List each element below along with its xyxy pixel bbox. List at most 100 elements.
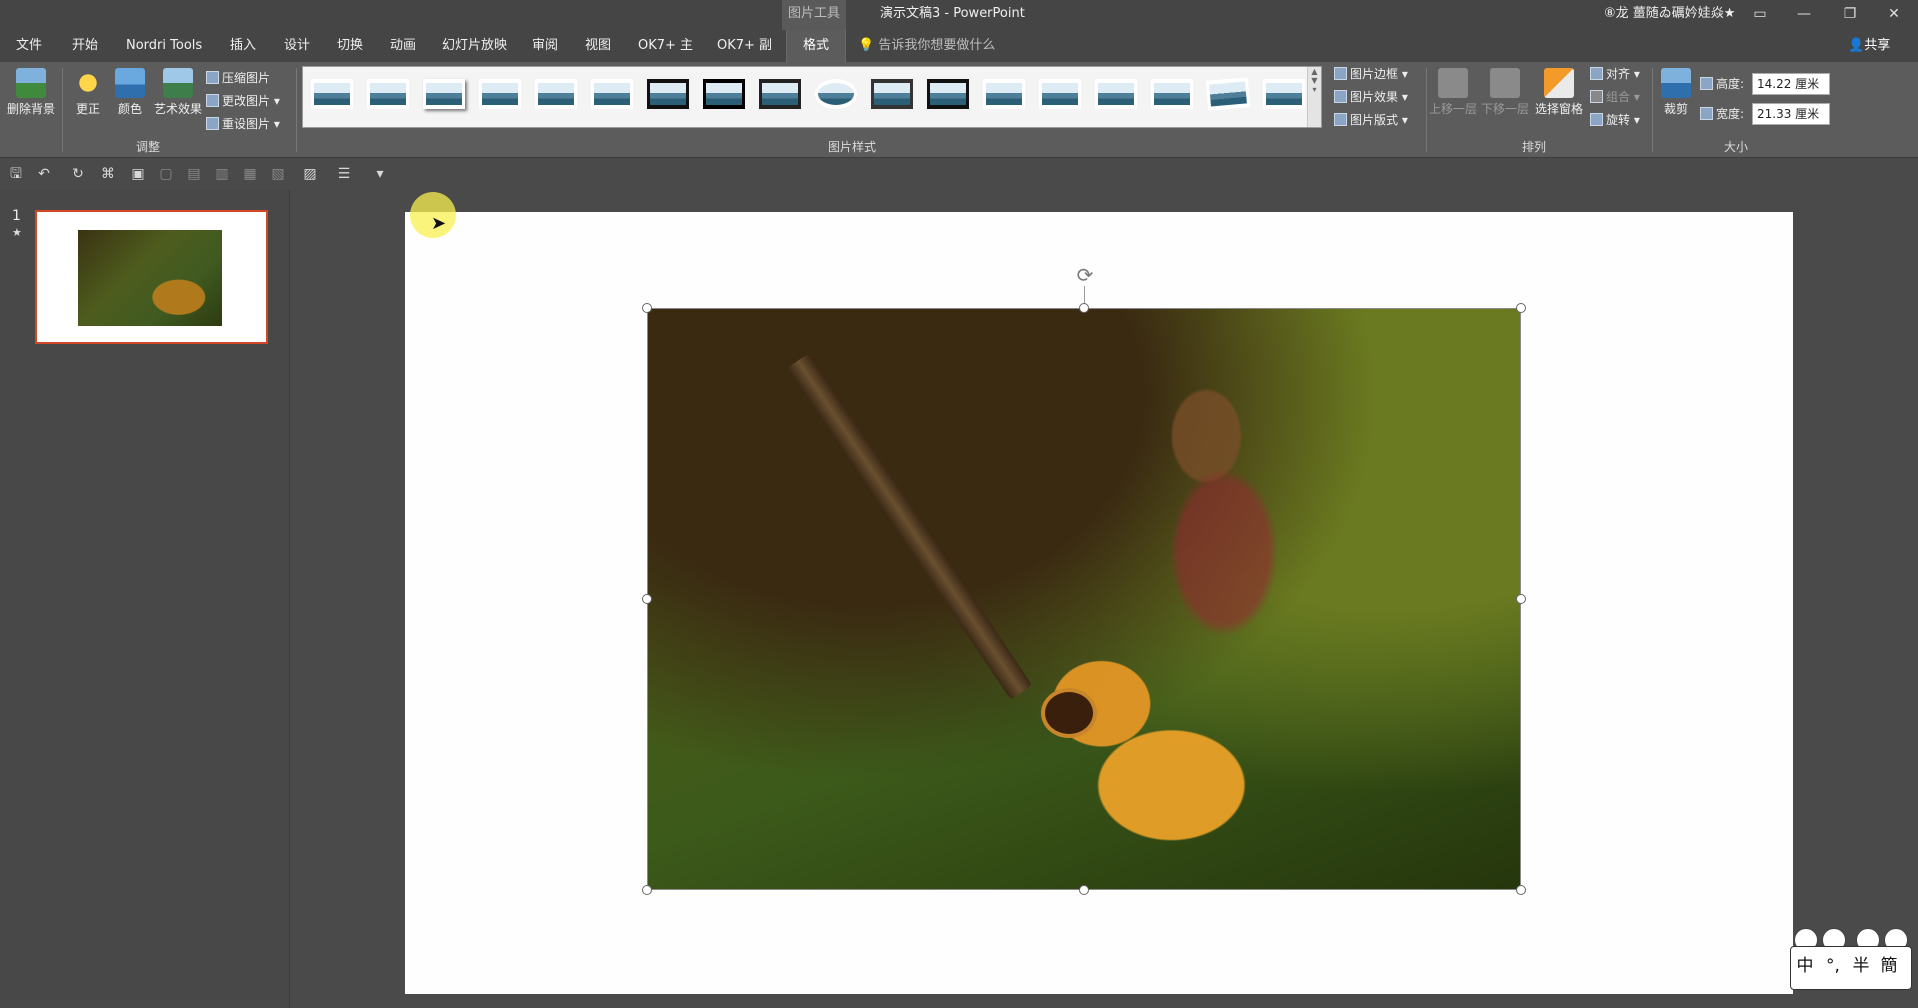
- slide-thumbnail[interactable]: [35, 210, 268, 344]
- picture-style-2[interactable]: [367, 79, 409, 109]
- tab-file[interactable]: 文件: [16, 30, 42, 62]
- resize-handle-left[interactable]: [642, 594, 652, 604]
- tab-nordri-tools[interactable]: Nordri Tools: [126, 30, 202, 62]
- align-qat-icon[interactable]: ☰: [336, 166, 352, 182]
- picture-style-18[interactable]: [1263, 79, 1305, 109]
- picture-style-16[interactable]: [1151, 79, 1193, 109]
- artistic-effects-button[interactable]: 艺术效果: [150, 68, 206, 117]
- group-qat-icon[interactable]: ▦: [242, 166, 258, 182]
- share-button[interactable]: 👤共享: [1848, 30, 1890, 62]
- ime-punctuation[interactable]: °,: [1819, 947, 1847, 985]
- tab-transitions[interactable]: 切换: [337, 30, 363, 62]
- picture-style-1[interactable]: [311, 79, 353, 109]
- undo-icon[interactable]: ↶: [36, 166, 52, 182]
- resize-handle-right[interactable]: [1516, 594, 1526, 604]
- ribbon-display-options-icon[interactable]: ▭: [1738, 0, 1782, 30]
- resize-handle-bottom-right[interactable]: [1516, 885, 1526, 895]
- picture-style-5[interactable]: [535, 79, 577, 109]
- tab-ok7-secondary[interactable]: OK7+ 副: [717, 30, 772, 62]
- compress-label: 压缩图片: [222, 71, 271, 85]
- bring-forward-button[interactable]: 上移一层: [1428, 68, 1478, 117]
- resize-handle-bottom-left[interactable]: [642, 885, 652, 895]
- picture-style-14[interactable]: [1039, 79, 1081, 109]
- width-input[interactable]: 21.33 厘米: [1752, 103, 1830, 125]
- user-account[interactable]: ⑧龙 薑随ゐ礪妗娃焱★: [1604, 0, 1735, 28]
- resize-handle-top[interactable]: [1079, 303, 1089, 313]
- height-input[interactable]: 14.22 厘米: [1752, 73, 1830, 95]
- rotate-handle-icon[interactable]: ⟳: [1074, 264, 1096, 286]
- picture-border-button[interactable]: 图片边框 ▾: [1334, 64, 1408, 84]
- picture-style-17[interactable]: [1205, 77, 1251, 111]
- tell-me-search[interactable]: 💡 告诉我你想要做什么: [858, 30, 995, 62]
- compress-pictures-button[interactable]: 压缩图片: [206, 68, 270, 88]
- picture-tools-context-label: 图片工具: [782, 0, 846, 30]
- send-back-qat-icon[interactable]: ▥: [214, 166, 230, 182]
- restore-button[interactable]: ❐: [1828, 0, 1872, 30]
- picture-style-4[interactable]: [479, 79, 521, 109]
- picture-style-13[interactable]: [983, 79, 1025, 109]
- divider: [296, 68, 297, 152]
- picture-style-10[interactable]: [815, 79, 857, 109]
- tab-design[interactable]: 设计: [284, 30, 310, 62]
- color-icon: [115, 68, 145, 98]
- tab-slideshow[interactable]: 幻灯片放映: [442, 30, 507, 62]
- remove-background-button[interactable]: 删除背景: [4, 68, 58, 117]
- picture-style-7[interactable]: [647, 79, 689, 109]
- tab-insert[interactable]: 插入: [230, 30, 256, 62]
- redo-icon[interactable]: ↻: [70, 166, 86, 182]
- align-button[interactable]: 对齐 ▾: [1590, 64, 1640, 84]
- resize-handle-bottom[interactable]: [1079, 885, 1089, 895]
- reset-picture-button[interactable]: 重设图片 ▾: [206, 114, 280, 134]
- send-backward-label: 下移一层: [1480, 102, 1529, 116]
- selection-pane-button[interactable]: 选择窗格: [1532, 68, 1586, 117]
- tab-review[interactable]: 审阅: [532, 30, 558, 62]
- vertical-scrollbar[interactable]: [1906, 190, 1918, 1008]
- corrections-button[interactable]: 更正: [70, 68, 106, 117]
- color-button[interactable]: 颜色: [112, 68, 148, 117]
- picture-effects-button[interactable]: 图片效果 ▾: [1334, 87, 1408, 107]
- picture-style-11[interactable]: [871, 79, 913, 109]
- picture-style-8[interactable]: [703, 79, 745, 109]
- align-label: 对齐: [1606, 67, 1631, 81]
- rotate-label: 旋转: [1606, 113, 1631, 127]
- gallery-scroll[interactable]: ▲ ▼ ▾: [1307, 67, 1321, 127]
- picture-style-3[interactable]: [423, 79, 465, 109]
- tab-ok7-main[interactable]: OK7+ 主: [638, 30, 693, 62]
- crop-qat-icon[interactable]: ▢: [158, 166, 174, 182]
- ime-toolbar[interactable]: 中 °, 半簡: [1790, 946, 1912, 990]
- picture-style-9[interactable]: [759, 79, 801, 109]
- tab-home[interactable]: 开始: [72, 30, 98, 62]
- picture-qat-icon[interactable]: ▨: [302, 166, 318, 182]
- width-value: 21.33 厘米: [1757, 107, 1820, 121]
- resize-handle-top-left[interactable]: [642, 303, 652, 313]
- resize-handle-top-right[interactable]: [1516, 303, 1526, 313]
- picture-style-12[interactable]: [927, 79, 969, 109]
- slide-animation-star: ★: [12, 226, 22, 239]
- customize-qat-icon[interactable]: ▾: [372, 166, 388, 182]
- picture-style-15[interactable]: [1095, 79, 1137, 109]
- height-value: 14.22 厘米: [1757, 77, 1820, 91]
- ungroup-qat-icon[interactable]: ▧: [270, 166, 286, 182]
- close-button[interactable]: ✕: [1872, 0, 1916, 30]
- tab-view[interactable]: 视图: [585, 30, 611, 62]
- tab-format[interactable]: 格式: [786, 30, 846, 62]
- size-group-label: 大小: [1724, 140, 1749, 154]
- bring-front-qat-icon[interactable]: ▤: [186, 166, 202, 182]
- send-backward-button[interactable]: 下移一层: [1480, 68, 1530, 117]
- tab-animations[interactable]: 动画: [390, 30, 416, 62]
- group-label: 组合: [1606, 90, 1631, 104]
- format-painter-icon[interactable]: ⌘: [100, 166, 116, 182]
- ime-half-width[interactable]: 半: [1847, 947, 1875, 985]
- crop-button[interactable]: 裁剪: [1658, 68, 1694, 117]
- minimize-button[interactable]: —: [1782, 0, 1826, 30]
- change-picture-button[interactable]: 更改图片 ▾: [206, 91, 280, 111]
- picture-style-6[interactable]: [591, 79, 633, 109]
- save-icon[interactable]: 🖫: [8, 166, 24, 182]
- selection-pane-icon: [1544, 68, 1574, 98]
- picture-layout-button[interactable]: 图片版式 ▾: [1334, 110, 1408, 130]
- rotate-button[interactable]: 旋转 ▾: [1590, 110, 1640, 130]
- ime-simplified[interactable]: 簡: [1875, 947, 1903, 985]
- group-button[interactable]: 组合 ▾: [1590, 87, 1640, 107]
- save-as-icon[interactable]: ▣: [130, 166, 146, 182]
- ime-chinese-mode[interactable]: 中: [1791, 947, 1819, 985]
